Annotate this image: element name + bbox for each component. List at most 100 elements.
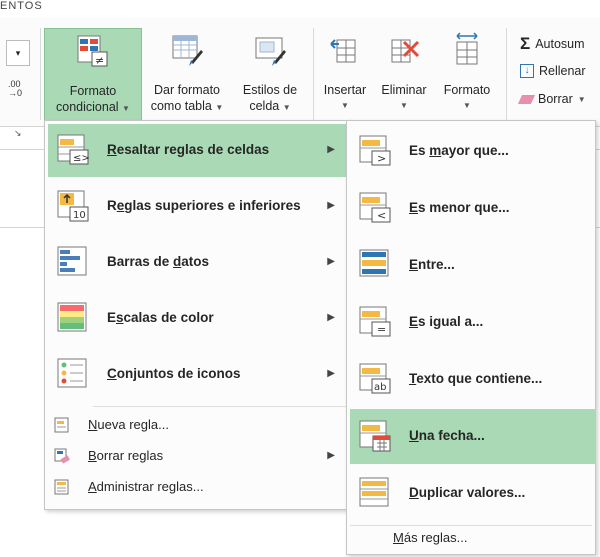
menu-item-clear-rules[interactable]: Borrar reglas ▶	[48, 442, 347, 470]
menu-item-label: Administrar reglas...	[88, 479, 204, 494]
svg-text:10: 10	[73, 210, 86, 221]
svg-text:<: <	[377, 209, 386, 222]
cell-styles-label-1: Estilos de	[242, 83, 298, 97]
clear-caret-icon: ▼	[577, 94, 586, 104]
data-bars-icon	[57, 246, 87, 276]
top-bottom-rules-icon: 10	[57, 190, 89, 222]
submenu-arrow-icon: ▶	[327, 312, 335, 323]
number-format-dropdown[interactable]: ▾	[6, 40, 30, 66]
menu-item-label: Resaltar reglas de celdas	[107, 142, 270, 157]
menu-item-label: Barras de datos	[107, 254, 210, 269]
submenu-item-between[interactable]: Entre...	[350, 238, 595, 293]
submenu-item-greater-than[interactable]: > Es mayor que...	[350, 124, 595, 179]
svg-text:≠: ≠	[95, 54, 104, 67]
format-as-table-button[interactable]: Dar formato como tabla ▼	[143, 28, 231, 126]
text-contains-icon: ab	[359, 363, 391, 394]
submenu-item-label: Una fecha...	[409, 428, 485, 443]
menu-item-icon-sets[interactable]: Conjuntos de iconos ▶	[48, 348, 347, 401]
menu-item-label: Escalas de color	[107, 310, 214, 325]
less-than-icon: <	[359, 192, 391, 223]
menu-item-highlight-cells-rules[interactable]: ≤> Resaltar reglas de celdas ▶	[48, 124, 347, 177]
conditional-format-button[interactable]: ≠ Formato condicional ▼	[44, 28, 142, 128]
submenu-item-more-rules[interactable]: Más reglas...	[350, 528, 595, 552]
insert-cells-icon	[330, 39, 356, 63]
submenu-item-label: Es igual a...	[409, 314, 484, 329]
duplicate-values-icon	[359, 477, 389, 507]
format-as-table-label-2: como tabla ▼	[150, 99, 224, 113]
menu-separator	[93, 406, 347, 407]
menu-item-label: Reglas superiores e inferiores	[107, 198, 301, 213]
manage-rules-icon	[54, 479, 69, 495]
clear-button[interactable]: Borrar ▼	[517, 92, 586, 106]
delete-label: Eliminar	[381, 83, 427, 97]
conditional-format-menu: ≤> Resaltar reglas de celdas ▶ 10 Reglas…	[44, 120, 351, 510]
submenu-separator	[350, 525, 592, 526]
menu-item-new-rule[interactable]: Nueva regla...	[48, 411, 347, 439]
insert-caret-icon: ▼	[341, 101, 349, 110]
submenu-item-label: Texto que contiene...	[409, 371, 543, 386]
submenu-item-label: Es menor que...	[409, 200, 510, 215]
equal-to-icon: =	[359, 306, 391, 337]
cell-styles-label-2: celda ▼	[249, 99, 291, 113]
menu-item-top-bottom-rules[interactable]: 10 Reglas superiores e inferiores ▶	[48, 180, 347, 233]
autosum-label: Autosum	[535, 37, 585, 51]
fill-down-icon: ↓	[520, 64, 534, 78]
conditional-format-icon: ≠	[77, 35, 108, 67]
more-rules-label: Más reglas...	[393, 530, 468, 545]
submenu-arrow-icon: ▶	[327, 368, 335, 379]
eraser-icon	[517, 94, 536, 104]
submenu-item-duplicate-values[interactable]: Duplicar valores...	[350, 466, 595, 521]
svg-text:ab: ab	[374, 382, 386, 393]
decimal-icon[interactable]: .00 →0	[8, 80, 22, 98]
submenu-arrow-icon: ▶	[327, 144, 335, 155]
delete-caret-icon: ▼	[400, 101, 408, 110]
fill-label: Rellenar	[539, 64, 586, 78]
submenu-item-equal-to[interactable]: = Es igual a...	[350, 295, 595, 350]
clear-rules-icon	[54, 448, 70, 464]
menu-item-label: Borrar reglas	[88, 448, 164, 463]
between-icon	[359, 249, 389, 277]
color-scales-icon	[57, 302, 87, 332]
submenu-arrow-icon: ▶	[327, 200, 335, 211]
format-button[interactable]: Formato ▼	[436, 28, 498, 126]
menu-item-data-bars[interactable]: Barras de datos ▶	[48, 236, 347, 289]
submenu-item-date-occurring[interactable]: Una fecha...	[350, 409, 595, 464]
autosum-button[interactable]: Σ Autosum	[520, 34, 585, 54]
conditional-format-label-2: condicional ▼	[56, 100, 130, 114]
greater-than-icon: >	[359, 135, 391, 166]
date-occurring-icon	[359, 420, 391, 452]
highlight-cells-rules-icon: ≤>	[57, 134, 90, 165]
svg-text:≤>: ≤>	[73, 153, 90, 164]
format-as-table-icon	[172, 35, 203, 66]
clear-label: Borrar	[538, 92, 573, 106]
cell-styles-icon	[255, 37, 286, 66]
menu-item-label: Conjuntos de iconos	[107, 366, 241, 381]
insert-label: Insertar	[323, 83, 367, 97]
fill-button[interactable]: ↓ Rellenar	[520, 64, 586, 78]
format-cells-icon	[456, 32, 478, 65]
cell-styles-button[interactable]: Estilos de celda ▼	[232, 28, 308, 126]
format-caret-icon: ▼	[463, 101, 471, 110]
delete-cells-icon	[391, 39, 420, 63]
new-rule-icon	[54, 417, 69, 433]
submenu-arrow-icon: ▶	[327, 450, 335, 461]
icon-sets-icon	[57, 358, 87, 388]
submenu-arrow-icon: ▶	[327, 256, 335, 267]
insert-button[interactable]: Insertar ▼	[316, 28, 374, 126]
ribbon: ▾ .00 →0 ↘ ≠ Formato condicional ▼ Dar fo	[0, 18, 600, 138]
menu-item-label: Nueva regla...	[88, 417, 169, 432]
submenu-item-less-than[interactable]: < Es menor que...	[350, 181, 595, 236]
highlight-rules-submenu: > Es mayor que... < Es menor que... Entr…	[346, 120, 596, 555]
svg-text:=: =	[377, 323, 386, 336]
menu-item-manage-rules[interactable]: Administrar reglas...	[48, 473, 347, 501]
submenu-item-label: Entre...	[409, 257, 455, 272]
submenu-item-label: Es mayor que...	[409, 143, 509, 158]
conditional-format-label-1: Formato	[69, 84, 117, 98]
svg-text:>: >	[377, 152, 386, 165]
delete-button[interactable]: Eliminar ▼	[374, 28, 434, 126]
menu-item-color-scales[interactable]: Escalas de color ▶	[48, 292, 347, 345]
dialog-launcher-icon[interactable]: ↘	[14, 128, 22, 139]
format-as-table-label-1: Dar formato	[154, 83, 220, 97]
sigma-icon: Σ	[520, 34, 531, 53]
submenu-item-text-contains[interactable]: ab Texto que contiene...	[350, 352, 595, 407]
